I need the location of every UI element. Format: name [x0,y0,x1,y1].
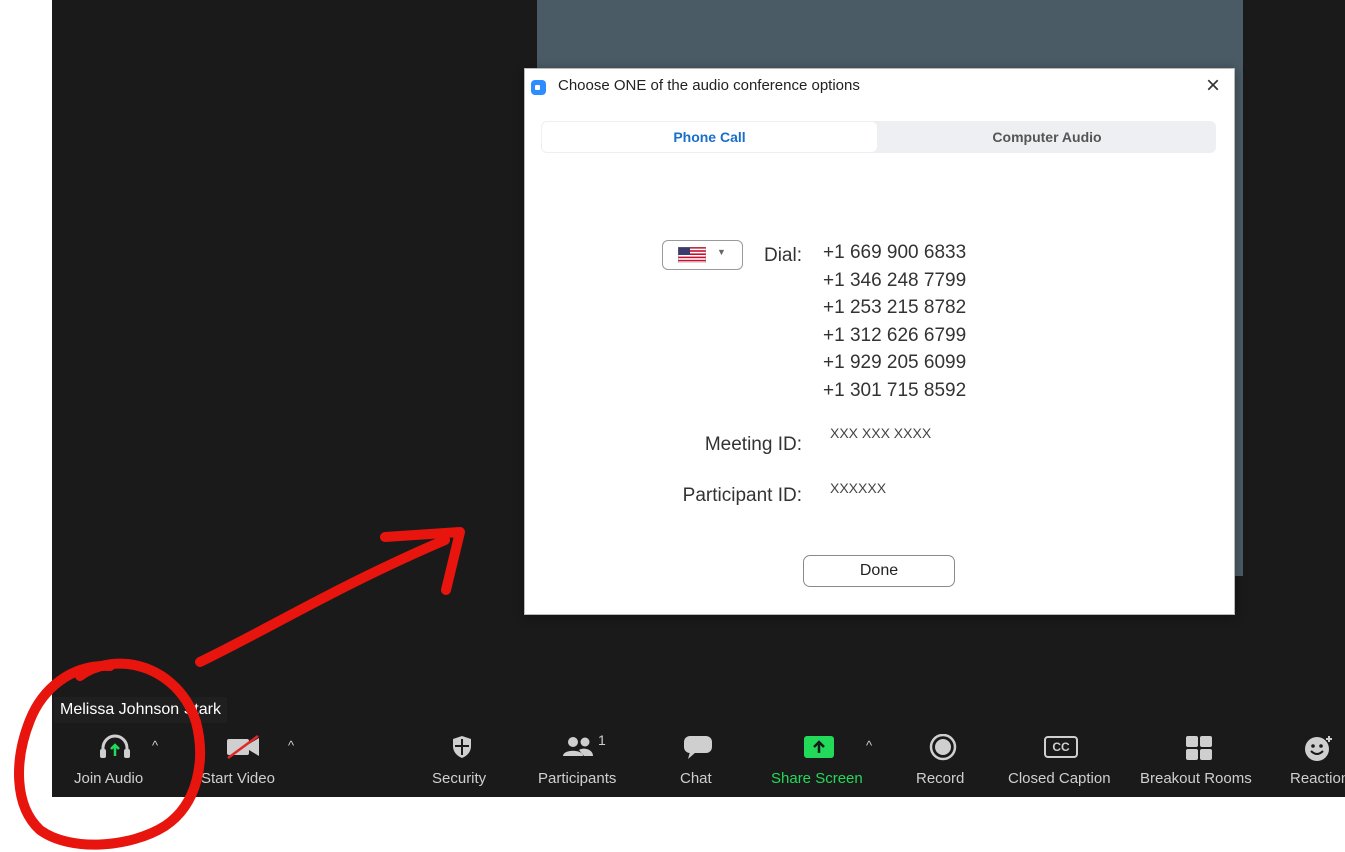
start-video-label: Start Video [201,770,275,787]
security-label: Security [432,770,487,787]
country-select[interactable]: ▼ [662,240,743,270]
join-audio-button[interactable]: Join Audio [66,724,166,797]
close-button[interactable]: × [1202,73,1224,99]
dial-number: +1 929 205 6099 [823,352,967,373]
reactions-button[interactable]: Reactions [1288,724,1345,797]
participant-id-label: Participant ID: [682,485,802,506]
shield-icon [453,736,471,758]
zoom-logo-icon [531,80,546,95]
share-screen-button[interactable]: Share Screen [768,724,872,797]
us-flag-icon [678,247,706,263]
record-button[interactable]: Record [910,724,976,797]
breakout-rooms-button[interactable]: Breakout Rooms [1138,724,1262,797]
chevron-down-icon: ▼ [717,247,726,257]
dial-number: +1 346 248 7799 [823,269,967,291]
meeting-toolbar: Join Audio ^ Start Video ^ Security 1 Pa… [52,724,1345,797]
reactions-label: Reactions [1290,770,1345,787]
share-options-caret-icon[interactable]: ^ [866,738,872,753]
dial-label: Dial: [763,245,802,266]
audio-options-dialog: Choose ONE of the audio conference optio… [524,68,1235,615]
chat-label: Chat [680,770,712,787]
participants-button[interactable]: 1 Participants [536,724,636,797]
chat-bubble-icon [684,736,712,759]
video-off-icon [227,734,259,760]
breakout-rooms-label: Breakout Rooms [1140,770,1252,787]
participants-label: Participants [538,770,617,787]
dial-number: +1 669 900 6833 [823,242,967,263]
record-label: Record [916,770,965,787]
chat-button[interactable]: Chat [672,724,732,797]
audio-tabs: Phone Call Computer Audio [541,121,1216,153]
closed-caption-label: Closed Caption [1008,770,1111,787]
closed-caption-icon: CC [1044,736,1078,758]
tab-computer-audio[interactable]: Computer Audio [878,121,1216,153]
done-button[interactable]: Done [803,555,955,587]
audio-options-caret-icon[interactable]: ^ [152,738,158,753]
dial-number-list: +1 669 900 6833 +1 346 248 7799 +1 253 2… [823,239,966,404]
participants-icon [563,737,593,756]
share-screen-label: Share Screen [771,770,863,787]
participant-name-tag: Melissa Johnson Stark [54,697,227,723]
dialog-title: Choose ONE of the audio conference optio… [558,77,860,94]
closed-caption-button[interactable]: CC Closed Caption [1006,724,1122,797]
security-button[interactable]: Security [422,724,502,797]
share-screen-icon [804,736,834,758]
video-options-caret-icon[interactable]: ^ [288,738,294,753]
breakout-rooms-icon [1186,736,1212,760]
headphones-icon [100,734,130,758]
start-video-button[interactable]: Start Video [194,724,294,797]
participant-id-value: XXXXXX [830,480,887,496]
record-icon [929,734,957,761]
meeting-id-value: XXX XXX XXXX [830,425,932,441]
meeting-id-label: Meeting ID: [704,434,802,455]
dialog-titlebar: Choose ONE of the audio conference optio… [525,69,1234,105]
tab-phone-call[interactable]: Phone Call [542,122,877,152]
participants-count: 1 [598,732,606,748]
dial-number: +1 312 626 6799 [823,324,967,346]
join-audio-label: Join Audio [74,770,144,787]
dial-number: +1 253 215 8782 [823,297,967,318]
dial-number: +1 301 715 8592 [823,379,967,401]
smiley-icon [1305,736,1332,761]
